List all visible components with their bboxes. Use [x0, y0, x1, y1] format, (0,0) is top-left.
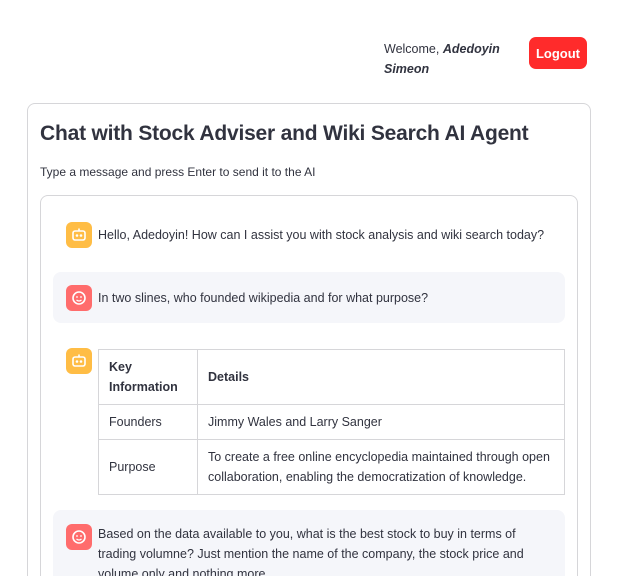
message-text: Hello, Adedoyin! How can I assist you wi…: [98, 228, 545, 242]
table-cell: To create a free online encyclopedia mai…: [197, 439, 565, 495]
table-row: Founders Jimmy Wales and Larry Sanger: [98, 404, 565, 440]
table-cell: Founders: [98, 404, 198, 440]
message-text: In two slines, who founded wikipedia and…: [98, 291, 429, 305]
table-header: Details: [197, 349, 565, 405]
chat-message-assistant: Hello, Adedoyin! How can I assist you wi…: [53, 215, 565, 255]
message-text: Based on the data available to you, what…: [98, 527, 524, 576]
info-table: Key Information Details Founders Jimmy W…: [98, 349, 565, 495]
user-name-last: Simeon: [384, 62, 430, 76]
user-face-icon: [66, 285, 92, 311]
welcome-message: Welcome, Adedoyin Simeon: [384, 39, 514, 79]
page-subtitle: Type a message and press Enter to send i…: [40, 165, 316, 179]
user-name-first: Adedoyin: [442, 42, 500, 56]
chat-message-user: Based on the data available to you, what…: [53, 510, 565, 576]
welcome-prefix: Welcome,: [384, 42, 443, 56]
bot-icon: [66, 348, 92, 374]
chat-message-user: In two slines, who founded wikipedia and…: [53, 272, 565, 323]
table-cell: Purpose: [98, 439, 198, 495]
logout-button[interactable]: Logout: [529, 37, 587, 69]
bot-icon: [66, 222, 92, 248]
page-title: Chat with Stock Adviser and Wiki Search …: [40, 122, 529, 145]
table-row: Purpose To create a free online encyclop…: [98, 439, 565, 495]
table-header: Key Information: [98, 349, 198, 405]
table-cell: Jimmy Wales and Larry Sanger: [197, 404, 565, 440]
user-face-icon: [66, 524, 92, 550]
table-header-row: Key Information Details: [98, 349, 565, 405]
